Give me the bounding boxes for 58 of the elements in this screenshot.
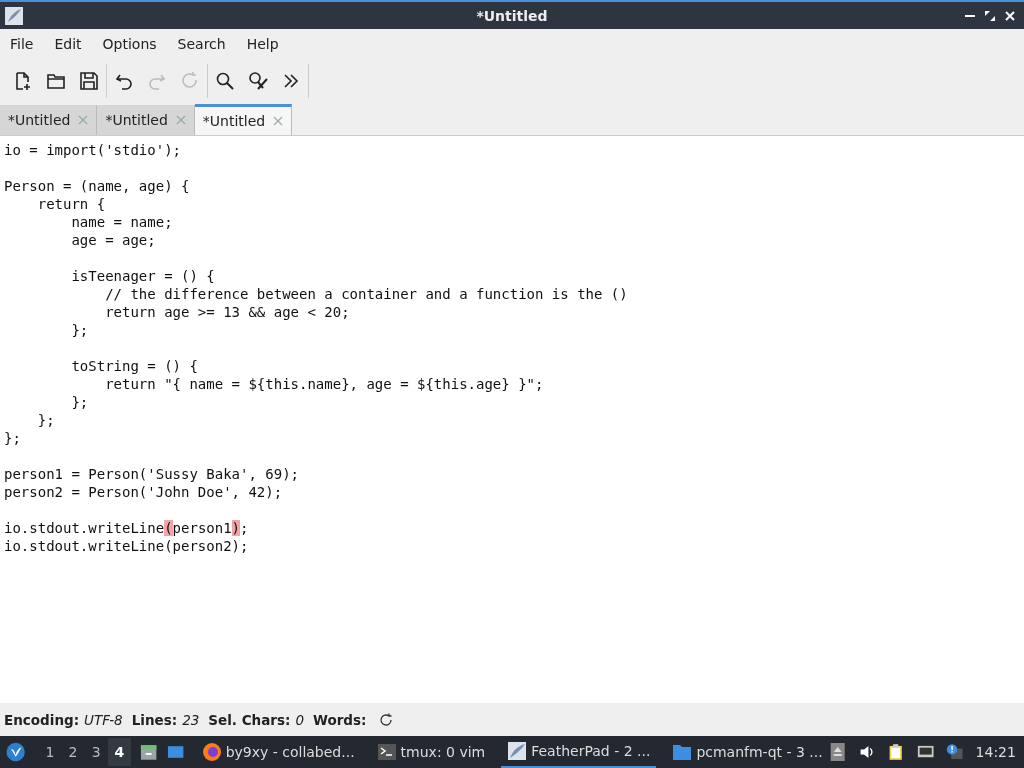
- code-line: };: [70, 322, 89, 338]
- taskbar-button[interactable]: tmux: 0 vim: [370, 736, 492, 768]
- desktop-switch[interactable]: 4: [107, 738, 131, 766]
- refresh-icon[interactable]: [379, 712, 394, 727]
- code-line: return {: [36, 196, 106, 212]
- file-cabinet-icon[interactable]: [139, 742, 159, 762]
- code-line: person2 = Person('John Doe', 42);: [4, 484, 283, 500]
- taskbar-button[interactable]: by9xy - collabed...: [195, 736, 361, 768]
- menu-item[interactable]: Help: [246, 35, 279, 52]
- code-line: io.stdout.writeLine(person2);: [4, 538, 249, 554]
- status-label: Sel. Chars:: [208, 711, 291, 728]
- status-label: Lines:: [131, 711, 178, 728]
- menu-item[interactable]: Options: [102, 35, 157, 52]
- window-title: *Untitled: [476, 7, 548, 24]
- menu-item[interactable]: Edit: [54, 35, 82, 52]
- save-icon[interactable]: [79, 70, 99, 91]
- code-line: return "{ name = ${this.name}, age = ${this.age} }";: [104, 376, 544, 392]
- menu-item[interactable]: Search: [177, 35, 226, 52]
- maximize-icon[interactable]: [984, 9, 996, 22]
- desktop-switch[interactable]: 2: [61, 738, 85, 766]
- status-value: 0: [295, 711, 304, 728]
- tab[interactable]: *Untitled: [194, 104, 293, 135]
- status-label: Encoding:: [4, 711, 80, 728]
- code-line: isTeenager = () {: [70, 268, 215, 284]
- code-line: };: [36, 412, 55, 428]
- status-value: UTF-8: [84, 711, 123, 728]
- code-line: person1 = Person('Sussy Baka', 69);: [4, 466, 299, 482]
- code-line: // the difference between a container and a function is the (): [104, 286, 628, 302]
- tab[interactable]: *Untitled: [0, 105, 98, 135]
- code-line: toString = () {: [70, 358, 198, 374]
- taskbar-button[interactable]: pcmanfm-qt - 3 ...: [666, 736, 829, 768]
- menu-item[interactable]: File: [10, 35, 34, 52]
- code-line: return age >= 13 && age < 20;: [104, 304, 350, 320]
- start-menu-icon[interactable]: [6, 742, 26, 762]
- desktop-switch[interactable]: 1: [38, 738, 62, 766]
- code-line: };: [70, 394, 89, 410]
- replace-icon[interactable]: [248, 70, 268, 91]
- clipboard-icon[interactable]: [887, 742, 905, 762]
- clock: 14:21: [975, 744, 1016, 760]
- status-value: 23: [182, 711, 200, 728]
- code-line: io = import('stdio');: [4, 142, 181, 158]
- code-line: io.stdout.writeLine(person1);: [4, 520, 249, 536]
- code-line: Person = (name, age) {: [4, 178, 190, 194]
- taskbar-button[interactable]: FeatherPad - 2 ...: [501, 736, 657, 768]
- search-icon[interactable]: [215, 70, 235, 91]
- app-icon: [5, 6, 23, 25]
- folder-icon: [672, 742, 693, 762]
- new-file-icon[interactable]: [13, 70, 33, 91]
- tab[interactable]: *Untitled: [97, 105, 195, 135]
- notification-icon[interactable]: [946, 742, 964, 762]
- status-label: Words:: [313, 711, 367, 728]
- code-line: age = age;: [70, 232, 156, 248]
- desktop-switch[interactable]: 3: [84, 738, 108, 766]
- code-line: };: [4, 430, 21, 446]
- eject-icon[interactable]: [828, 742, 847, 762]
- code-line: name = name;: [70, 214, 173, 230]
- feather-icon: [507, 741, 528, 761]
- terminal-icon: [376, 742, 397, 762]
